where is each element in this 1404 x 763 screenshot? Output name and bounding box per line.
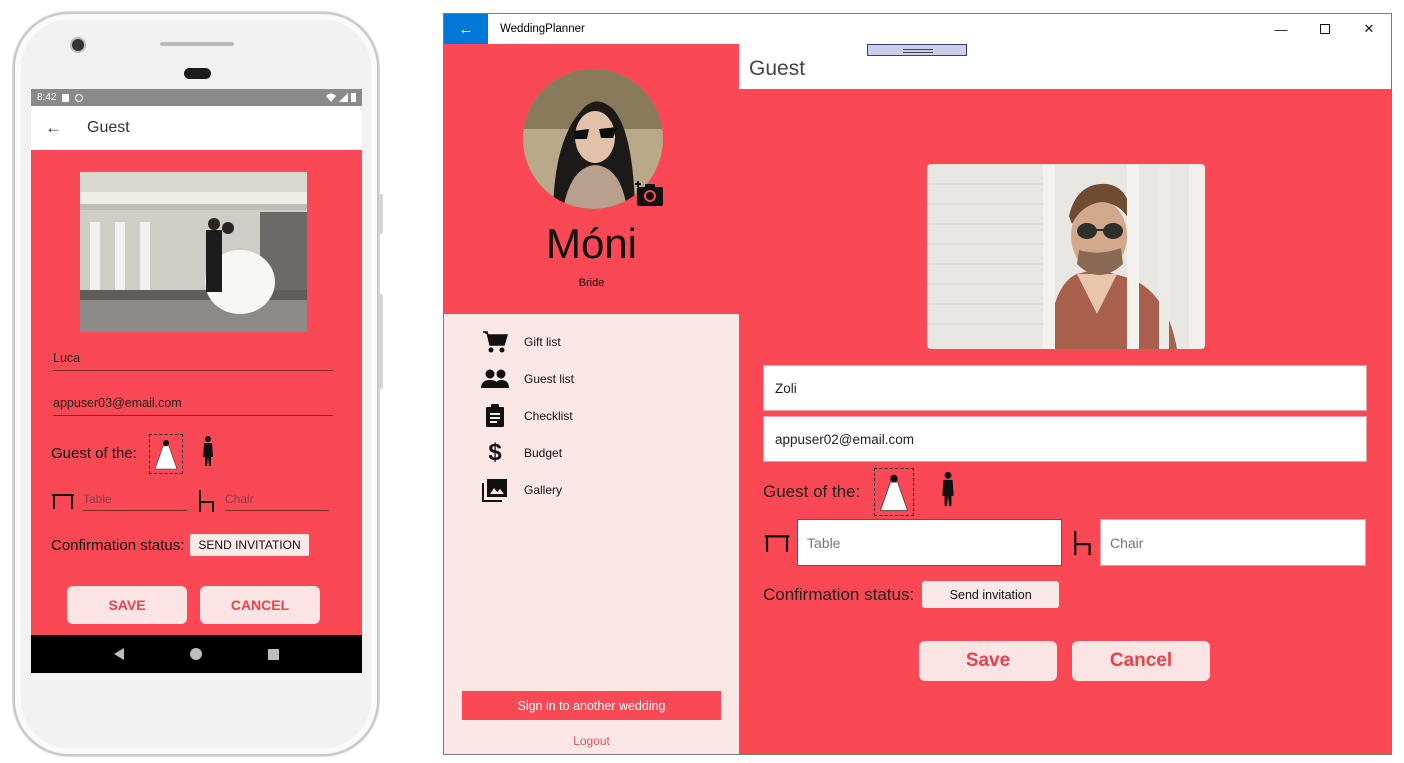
maximize-button[interactable] <box>1303 14 1347 44</box>
mobile-cancel-button[interactable]: CANCEL <box>200 586 320 624</box>
sidebar-item-budget[interactable]: $ Budget <box>480 439 562 467</box>
profile-role: Bride <box>578 277 605 289</box>
window-titlebar: ← WeddingPlanner — ✕ <box>444 14 1391 44</box>
sign-in-another-wedding-button[interactable]: Sign in to another wedding <box>462 691 721 720</box>
mobile-page-title: Guest <box>87 119 130 136</box>
profile-panel: Móni Bride <box>444 44 739 314</box>
mobile-confirmation-row: Confirmation status: SEND INVITATION <box>51 534 309 556</box>
titlebar-back-button[interactable]: ← <box>444 14 488 44</box>
sidebar-item-label: Budget <box>524 446 563 460</box>
nav-recents-icon[interactable] <box>268 648 279 660</box>
confirmation-label: Confirmation status: <box>51 536 185 554</box>
status-bar: 8:42 <box>31 89 362 106</box>
mobile-chair-input[interactable]: Chair <box>225 492 329 511</box>
guest-photo[interactable] <box>80 172 307 332</box>
send-invitation-button[interactable]: Send invitation <box>922 581 1060 608</box>
status-time: 8:42 <box>37 92 57 103</box>
confirmation-label: Confirmation status: <box>763 584 915 604</box>
sidebar-item-label: Guest list <box>524 372 575 386</box>
save-button[interactable]: Save <box>919 641 1057 681</box>
add-photo-icon[interactable] <box>634 179 664 207</box>
mobile-table-input[interactable]: Table <box>83 492 187 511</box>
sidebar-menu: Gift list Guest list Checklist $ Budget … <box>444 314 739 754</box>
mobile-app-bar: ← Guest <box>31 106 362 150</box>
phone-frame: 8:42 ← Guest Luca appuser03@email.com Gu… <box>13 12 383 756</box>
logout-link[interactable]: Logout <box>444 734 739 748</box>
sidebar-item-label: Gift list <box>524 335 561 349</box>
clipboard-icon <box>480 403 510 429</box>
chair-input[interactable]: Chair <box>1100 519 1366 566</box>
bride-icon[interactable] <box>148 433 183 474</box>
guest-form: Zoli appuser02@email.com Guest of the: T… <box>739 89 1391 754</box>
table-input[interactable]: Table <box>797 519 1062 566</box>
android-nav-bar <box>31 635 362 673</box>
nav-back-icon[interactable] <box>114 648 124 660</box>
mobile-name-input[interactable]: Luca <box>53 351 333 371</box>
nav-home-icon[interactable] <box>190 648 202 660</box>
sync-icon <box>75 93 84 102</box>
notification-icon <box>62 93 70 102</box>
people-icon <box>480 366 510 392</box>
signal-icon <box>339 93 348 102</box>
maximize-icon <box>1320 24 1330 34</box>
phone-speaker <box>160 42 234 46</box>
chair-icon <box>199 490 214 512</box>
guest-of-label: Guest of the: <box>763 481 861 501</box>
desktop-window: ← WeddingPlanner — ✕ Móni Bride Gift lis… <box>443 13 1392 755</box>
cart-icon <box>480 329 510 355</box>
guest-photo[interactable] <box>927 164 1205 349</box>
dollar-icon: $ <box>488 439 502 466</box>
phone-sensor <box>184 68 211 79</box>
battery-icon <box>351 93 356 102</box>
sidebar-item-guest-list[interactable]: Guest list <box>480 365 574 393</box>
groom-icon[interactable] <box>201 435 215 472</box>
sidebar-item-label: Gallery <box>524 483 563 497</box>
guest-of-label: Guest of the: <box>51 445 137 462</box>
sidebar-item-gift-list[interactable]: Gift list <box>480 328 561 356</box>
back-arrow-icon[interactable]: ← <box>45 118 87 138</box>
table-icon <box>764 534 790 552</box>
sidebar-item-label: Checklist <box>524 409 573 423</box>
bride-icon[interactable] <box>874 467 915 516</box>
sidebar-item-gallery[interactable]: Gallery <box>480 476 562 504</box>
mobile-send-invitation-button[interactable]: SEND INVITATION <box>190 534 309 556</box>
sidebar-item-checklist[interactable]: Checklist <box>480 402 573 430</box>
gallery-icon <box>480 477 510 503</box>
close-button[interactable]: ✕ <box>1347 14 1391 44</box>
phone-camera <box>72 39 84 51</box>
table-icon <box>52 494 74 509</box>
profile-name: Móni <box>545 220 638 267</box>
minimize-button[interactable]: — <box>1259 14 1303 44</box>
groom-icon[interactable] <box>940 469 956 514</box>
guest-of-row: Guest of the: <box>763 467 956 516</box>
phone-volume-button <box>379 294 383 389</box>
table-chair-row: Table Chair <box>763 519 1366 566</box>
name-input[interactable]: Zoli <box>763 365 1367 411</box>
cancel-button[interactable]: Cancel <box>1072 641 1210 681</box>
page-title: Guest <box>749 57 806 80</box>
phone-power-button <box>379 194 383 234</box>
confirmation-row: Confirmation status: Send invitation <box>763 581 1060 608</box>
drag-handle[interactable] <box>867 44 967 56</box>
mobile-email-input[interactable]: appuser03@email.com <box>53 396 333 416</box>
mobile-guest-of-row: Guest of the: <box>51 433 215 474</box>
email-input[interactable]: appuser02@email.com <box>763 416 1367 462</box>
mobile-screen: 8:42 ← Guest Luca appuser03@email.com Gu… <box>31 89 362 673</box>
wifi-icon <box>326 93 336 102</box>
window-title: WeddingPlanner <box>500 23 585 35</box>
chair-icon <box>1074 530 1091 555</box>
mobile-table-chair-row: Table Chair <box>51 489 329 513</box>
page-header: Guest <box>739 44 1391 89</box>
mobile-save-button[interactable]: SAVE <box>67 586 187 624</box>
